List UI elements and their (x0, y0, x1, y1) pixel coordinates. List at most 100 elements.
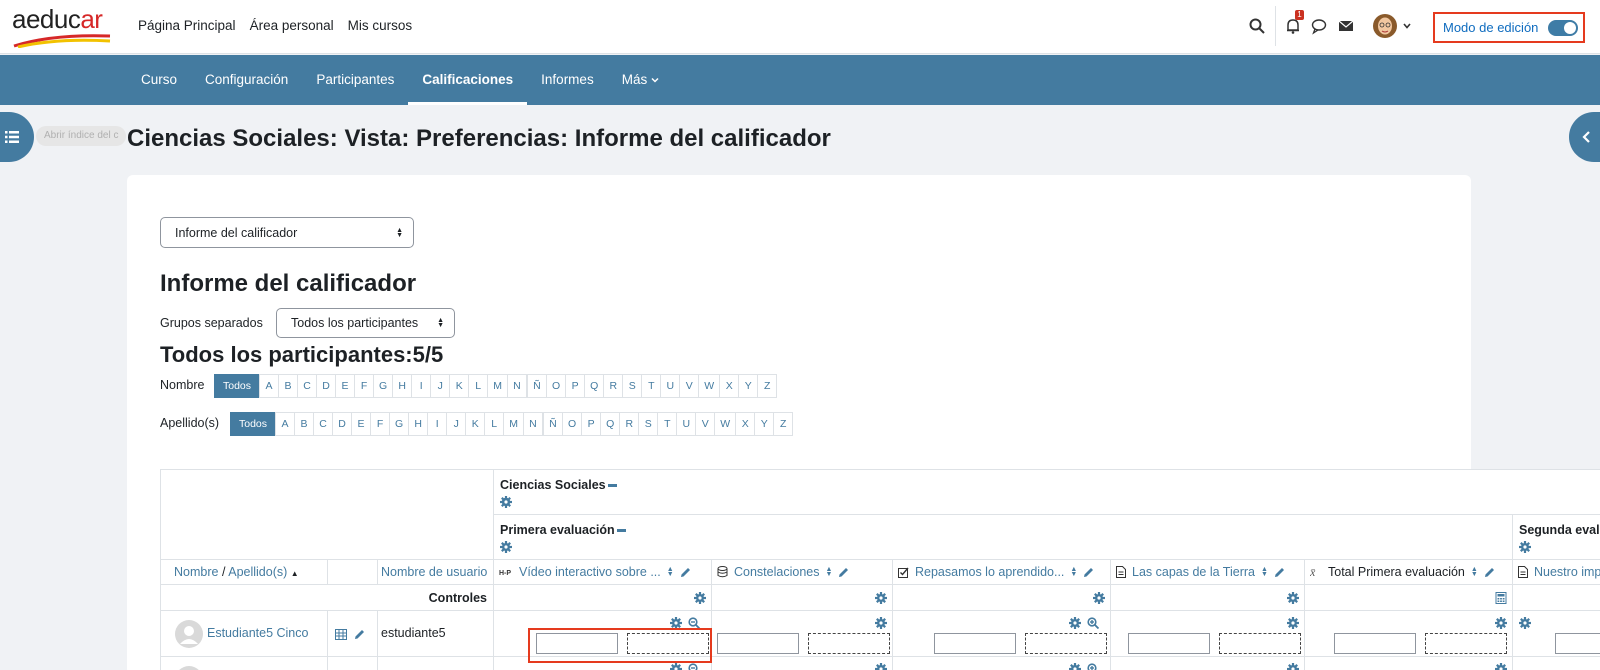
grade-input[interactable] (934, 633, 1016, 654)
first-name-filter-letter-button[interactable]: Y (738, 374, 759, 398)
course-index-drawer-button[interactable] (0, 112, 34, 162)
pencil-icon[interactable] (680, 567, 691, 578)
chat-bubble-icon[interactable] (1310, 17, 1328, 35)
tab-participants[interactable]: Participantes (302, 55, 408, 105)
table-icon[interactable] (335, 629, 347, 640)
first-name-filter-letter-button[interactable]: E (335, 374, 356, 398)
last-name-filter-letter-button[interactable]: D (332, 412, 353, 436)
first-name-filter-letter-button[interactable]: M (487, 374, 508, 398)
first-name-filter-letter-button[interactable]: A (259, 374, 280, 398)
last-name-filter-letter-button[interactable]: A (275, 412, 296, 436)
grade-input[interactable] (1128, 633, 1210, 654)
search-icon[interactable] (1248, 17, 1266, 35)
user-avatar[interactable] (1373, 13, 1397, 39)
report-type-select[interactable]: Informe del calificador ▲ ▼ (160, 217, 414, 248)
feedback-input[interactable] (808, 633, 890, 654)
last-name-filter-letter-button[interactable]: H (408, 412, 429, 436)
gear-icon[interactable] (1069, 617, 1081, 629)
gear-icon[interactable] (1093, 592, 1105, 604)
first-name-filter-all-button[interactable]: Todos (214, 374, 261, 398)
gear-icon[interactable] (1069, 663, 1081, 670)
last-name-filter-letter-button[interactable]: F (370, 412, 391, 436)
sort-by-username-link[interactable]: Nombre de usuario (381, 565, 487, 579)
calculator-icon[interactable] (1495, 592, 1507, 604)
last-name-filter-letter-button[interactable]: J (446, 412, 467, 436)
student-avatar[interactable] (175, 620, 203, 648)
feedback-input[interactable] (1219, 633, 1301, 654)
last-name-filter-letter-button[interactable]: N (522, 412, 543, 436)
gear-icon[interactable] (1287, 592, 1299, 604)
sort-by-first-name-link[interactable]: Nombre (174, 565, 218, 579)
sort-arrows-icon[interactable]: ▲ ▼ (825, 566, 832, 578)
grade-item-name[interactable]: Repasamos lo aprendido... (915, 565, 1064, 579)
nav-home-link[interactable]: Página Principal (138, 18, 236, 33)
zoom-in-icon[interactable] (1087, 663, 1099, 670)
groups-select[interactable]: Todos los participantes ▲ ▼ (276, 308, 455, 338)
last-name-filter-letter-button[interactable]: T (657, 412, 678, 436)
first-name-filter-letter-button[interactable]: N (506, 374, 527, 398)
first-name-filter-letter-button[interactable]: H (392, 374, 413, 398)
user-menu-chevron-down-icon[interactable] (1402, 21, 1412, 31)
first-name-filter-letter-button[interactable]: R (603, 374, 624, 398)
feedback-input[interactable] (1025, 633, 1107, 654)
last-name-filter-letter-button[interactable]: Y (754, 412, 775, 436)
student-avatar[interactable] (175, 666, 203, 670)
gear-icon[interactable] (1287, 617, 1299, 629)
gear-icon[interactable] (875, 663, 887, 670)
collapse-minus-icon[interactable] (607, 483, 617, 487)
last-name-filter-letter-button[interactable]: Ñ (542, 412, 563, 436)
last-name-filter-letter-button[interactable]: Z (773, 412, 794, 436)
first-name-filter-letter-button[interactable]: Q (584, 374, 605, 398)
edit-mode-toggle[interactable] (1548, 19, 1579, 36)
first-name-filter-letter-button[interactable]: S (622, 374, 643, 398)
gear-icon[interactable] (694, 592, 706, 604)
grade-item-name[interactable]: Vídeo interactivo sobre ... (519, 565, 661, 579)
first-name-filter-letter-button[interactable]: O (545, 374, 567, 398)
gear-icon[interactable] (500, 496, 512, 508)
last-name-filter-letter-button[interactable]: L (484, 412, 505, 436)
last-name-filter-letter-button[interactable]: Q (600, 412, 621, 436)
last-name-filter-letter-button[interactable]: W (714, 412, 737, 436)
gear-icon[interactable] (875, 617, 887, 629)
tab-grades[interactable]: Calificaciones (408, 55, 527, 105)
first-name-filter-letter-button[interactable]: K (449, 374, 470, 398)
tab-settings[interactable]: Configuración (191, 55, 302, 105)
first-name-filter-letter-button[interactable]: J (430, 374, 451, 398)
sort-by-last-name-link[interactable]: Apellido(s) (228, 565, 287, 579)
gear-icon[interactable] (1495, 617, 1507, 629)
grade-item-name[interactable]: Nuestro imp (1534, 565, 1600, 579)
gear-icon[interactable] (1287, 663, 1299, 670)
last-name-filter-letter-button[interactable]: V (695, 412, 716, 436)
sort-arrows-icon[interactable]: ▲ ▼ (1070, 566, 1077, 578)
pencil-icon[interactable] (1274, 567, 1285, 578)
collapse-minus-icon[interactable] (616, 528, 626, 532)
last-name-filter-letter-button[interactable]: S (638, 412, 659, 436)
pencil-icon[interactable] (1484, 567, 1495, 578)
last-name-filter-letter-button[interactable]: X (735, 412, 756, 436)
grade-item-name[interactable]: Las capas de la Tierra (1132, 565, 1255, 579)
last-name-filter-letter-button[interactable]: R (619, 412, 640, 436)
zoom-out-icon[interactable] (688, 663, 700, 670)
first-name-filter-letter-button[interactable]: F (354, 374, 375, 398)
first-name-filter-letter-button[interactable]: P (565, 374, 586, 398)
nav-personal-link[interactable]: Área personal (250, 18, 334, 33)
last-name-filter-letter-button[interactable]: G (389, 412, 410, 436)
first-name-filter-letter-button[interactable]: L (468, 374, 489, 398)
pencil-icon[interactable] (838, 567, 849, 578)
first-name-filter-letter-button[interactable]: W (698, 374, 721, 398)
grade-input[interactable] (717, 633, 799, 654)
last-name-filter-letter-button[interactable]: U (676, 412, 697, 436)
last-name-filter-letter-button[interactable]: O (561, 412, 583, 436)
gear-icon[interactable] (500, 541, 512, 553)
tab-course[interactable]: Curso (127, 55, 191, 105)
feedback-input[interactable] (1425, 633, 1507, 654)
gear-icon[interactable] (875, 592, 887, 604)
student-name-link[interactable]: Estudiante5 Cinco (207, 626, 308, 640)
grade-input[interactable] (1555, 633, 1600, 654)
first-name-filter-letter-button[interactable]: T (641, 374, 662, 398)
last-name-filter-all-button[interactable]: Todos (230, 412, 277, 436)
tab-reports[interactable]: Informes (527, 55, 608, 105)
sort-arrows-icon[interactable]: ▲ ▼ (1471, 566, 1478, 578)
last-name-filter-letter-button[interactable]: E (351, 412, 372, 436)
gear-icon[interactable] (1519, 617, 1531, 629)
